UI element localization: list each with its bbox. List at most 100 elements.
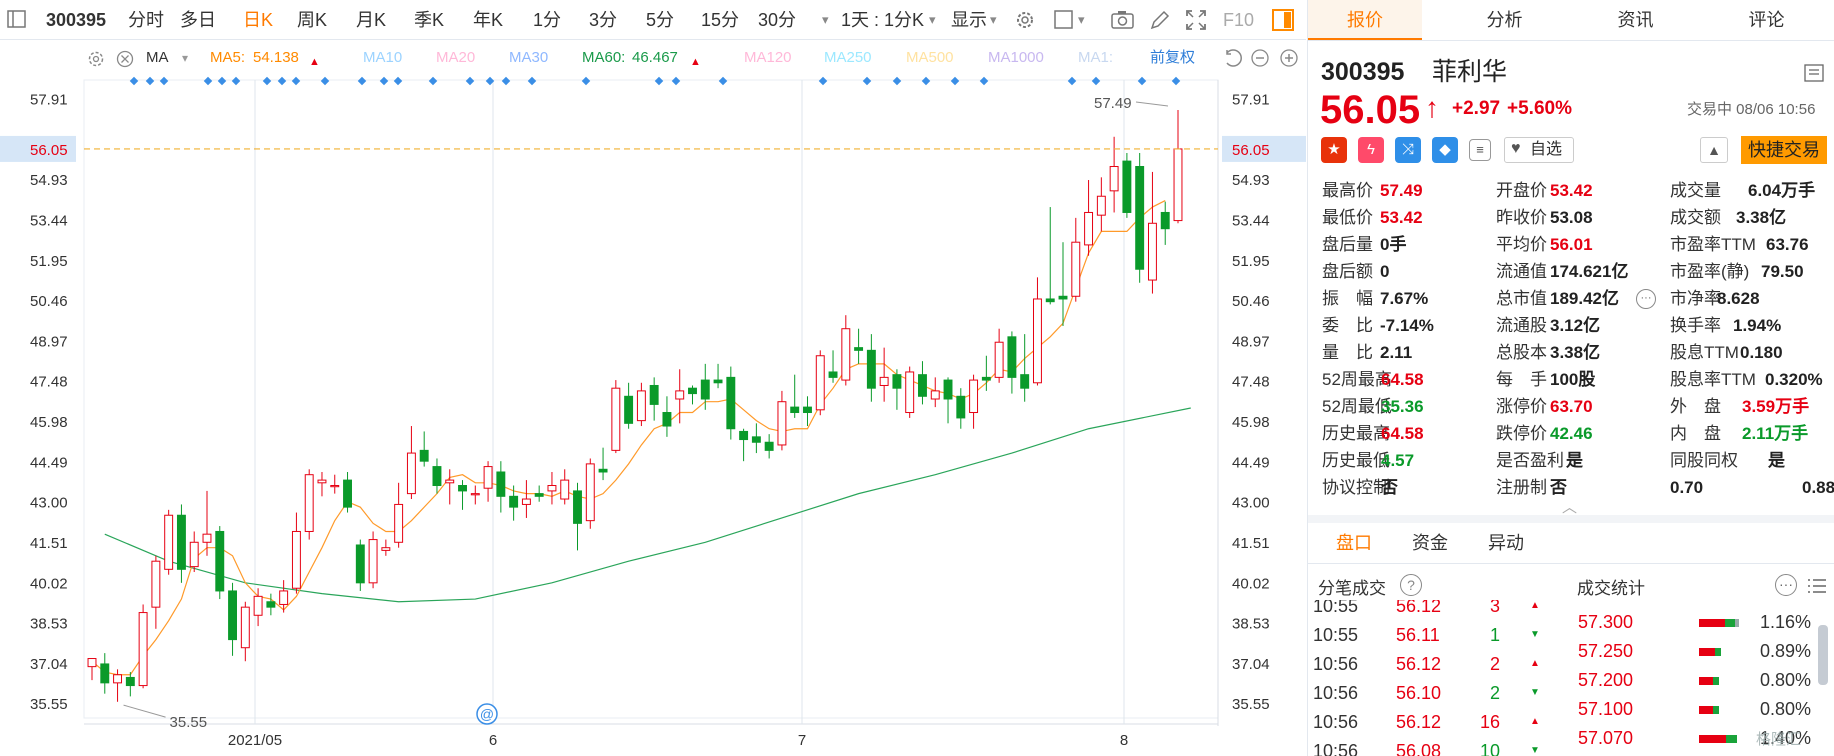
zoom-out-icon[interactable] xyxy=(1250,48,1270,73)
candle[interactable] xyxy=(355,539,365,591)
period-tab-10[interactable]: 15分 xyxy=(701,8,739,32)
chevron-down-icon[interactable]: ▾ xyxy=(990,8,997,32)
y-tick-right: 56.05 xyxy=(1232,142,1270,159)
sidebar-toggle-icon[interactable] xyxy=(6,8,30,32)
quote-tab-0[interactable]: 报价 xyxy=(1308,0,1422,40)
candle[interactable] xyxy=(1135,152,1145,283)
period-tab-2[interactable]: 日K xyxy=(243,8,273,32)
lower-tab-0[interactable]: 盘口 xyxy=(1316,523,1392,563)
list-icon[interactable] xyxy=(1806,575,1828,597)
shuffle-icon[interactable]: ⤨ xyxy=(1395,137,1421,163)
period-tab-11[interactable]: 30分 xyxy=(758,8,796,32)
zoom-in-icon[interactable] xyxy=(1279,48,1299,73)
quote-cell-label: 外 盘 xyxy=(1670,397,1721,416)
quote-cell-value: 2.11 xyxy=(1380,343,1413,362)
more-dots-icon[interactable]: ··· xyxy=(1636,289,1656,309)
candle[interactable] xyxy=(164,509,174,575)
candle[interactable] xyxy=(815,350,825,416)
candle[interactable] xyxy=(611,380,621,454)
stock-code[interactable]: 300395 xyxy=(46,8,106,32)
period-select[interactable]: 1天 : 1分K xyxy=(841,8,924,32)
quote-cell-value: 3.12亿 xyxy=(1550,316,1601,335)
candle[interactable] xyxy=(905,366,915,418)
quote-cell-value: 是 xyxy=(1768,451,1785,470)
quote-cell-value: 是 xyxy=(1566,451,1583,470)
quote-tab-2[interactable]: 资讯 xyxy=(1570,0,1701,40)
toolbar: 300395 分时 多日 日K 周K 月K 季K 年K 1分 3分 5分 15分 30分 ▾ 1天 :… xyxy=(0,0,1306,40)
undo-icon[interactable] xyxy=(1222,48,1242,73)
period-tab-0[interactable]: 分时 xyxy=(128,8,164,32)
y-tick-right: 38.53 xyxy=(1232,616,1270,633)
period-tab-4[interactable]: 月K xyxy=(356,8,386,32)
chevron-down-icon[interactable]: ▾ xyxy=(929,8,936,32)
candle[interactable] xyxy=(585,458,595,529)
quote-tab-1[interactable]: 分析 xyxy=(1439,0,1570,40)
y-tick-left: 50.46 xyxy=(30,293,68,310)
scrollbar[interactable] xyxy=(1818,625,1828,685)
lower-tab-1[interactable]: 资金 xyxy=(1392,523,1468,563)
event-at-icon[interactable]: @ xyxy=(476,703,498,725)
f10-button[interactable]: F10 xyxy=(1223,8,1254,32)
candle[interactable] xyxy=(215,526,225,600)
chevron-down-icon[interactable]: ▾ xyxy=(182,48,188,68)
chevron-down-icon[interactable]: ▾ xyxy=(822,8,829,32)
kline-chart[interactable]: 57.91 57.91 56.05 56.05 54.93 54.93 53.44 53.44… xyxy=(0,0,1306,756)
quote-cell-label: 历史最低 xyxy=(1322,451,1390,470)
note-icon[interactable]: ≡ xyxy=(1469,139,1491,161)
ticks-title: 分笔成交 xyxy=(1318,579,1386,598)
quote-cell-value: 4.57 xyxy=(1381,451,1415,470)
period-tab-9[interactable]: 5分 xyxy=(646,8,674,32)
tick-row: 10:56 56.12 16 ▲ xyxy=(1308,707,1558,736)
quote-cell-label: 最低价 xyxy=(1322,208,1373,227)
camera-icon[interactable] xyxy=(1110,8,1134,32)
adjust-button[interactable]: 前复权 xyxy=(1150,48,1195,68)
layout-square-icon[interactable] xyxy=(1052,8,1076,32)
display-menu[interactable]: 显示 xyxy=(951,8,987,32)
indicator-type[interactable]: MA xyxy=(146,48,169,68)
period-tab-3[interactable]: 周K xyxy=(297,8,327,32)
quick-trade-button[interactable]: 快捷交易 xyxy=(1741,136,1827,164)
settings-gear-icon[interactable] xyxy=(1013,8,1037,32)
china-flag-icon[interactable]: ★ xyxy=(1321,137,1347,163)
candle[interactable] xyxy=(726,366,736,440)
period-tab-5[interactable]: 季K xyxy=(414,8,444,32)
quote-tab-3[interactable]: 评论 xyxy=(1701,0,1832,40)
list-panel-icon[interactable] xyxy=(1804,64,1824,82)
y-tick-left: 48.97 xyxy=(30,333,68,350)
period-tab-6[interactable]: 年K xyxy=(473,8,503,32)
candle[interactable] xyxy=(368,531,378,589)
lower-tab-2[interactable]: 异动 xyxy=(1468,523,1544,563)
pencil-draw-icon[interactable] xyxy=(1148,8,1172,32)
candle[interactable] xyxy=(1122,152,1132,218)
gear-icon[interactable] xyxy=(86,49,106,74)
help-icon[interactable]: ? xyxy=(1400,574,1422,596)
more-options-icon[interactable]: ··· xyxy=(1775,574,1797,596)
stat-pct: 1.16% xyxy=(1760,612,1812,632)
close-icon[interactable] xyxy=(115,49,135,74)
watchlist-button[interactable]: ♥ 自选 xyxy=(1504,137,1574,163)
y-tick-right: 47.48 xyxy=(1232,374,1270,391)
y-tick-left: 43.00 xyxy=(30,495,68,512)
period-tab-7[interactable]: 1分 xyxy=(533,8,561,32)
collapse-chevron-icon[interactable]: ︿ xyxy=(1562,496,1577,517)
y-tick-left: 35.55 xyxy=(30,696,68,713)
bell-icon[interactable]: ▲ xyxy=(1700,137,1728,163)
tag-icon[interactable]: ◆ xyxy=(1432,137,1458,163)
tick-row: 10:56 56.08 10 ▼ xyxy=(1308,736,1558,756)
quote-panel: 报价 分析 资讯 评论 300395 菲利华 56.05 ↑ +2.97 +5.60%… xyxy=(1307,0,1834,756)
candle[interactable] xyxy=(138,604,148,689)
period-tab-1[interactable]: 多日 xyxy=(180,8,216,32)
panel-toggle-icon[interactable] xyxy=(1271,8,1295,32)
fullscreen-icon[interactable] xyxy=(1184,8,1208,32)
period-tab-8[interactable]: 3分 xyxy=(589,8,617,32)
chevron-down-icon[interactable]: ▾ xyxy=(1078,8,1085,32)
tick-time: 10:56 xyxy=(1313,712,1359,732)
lightning-icon[interactable]: ϟ xyxy=(1358,137,1384,163)
trade-status: 交易中 08/06 10:56 xyxy=(1687,101,1816,118)
y-tick-left: 37.04 xyxy=(30,656,68,673)
quote-cell-value: 0 xyxy=(1380,262,1390,281)
quote-cell-value: 3.38亿 xyxy=(1736,208,1787,227)
quote-cell-label: 协议控制 xyxy=(1322,478,1390,497)
y-tick-right: 50.46 xyxy=(1232,293,1270,310)
candle[interactable] xyxy=(304,469,314,540)
